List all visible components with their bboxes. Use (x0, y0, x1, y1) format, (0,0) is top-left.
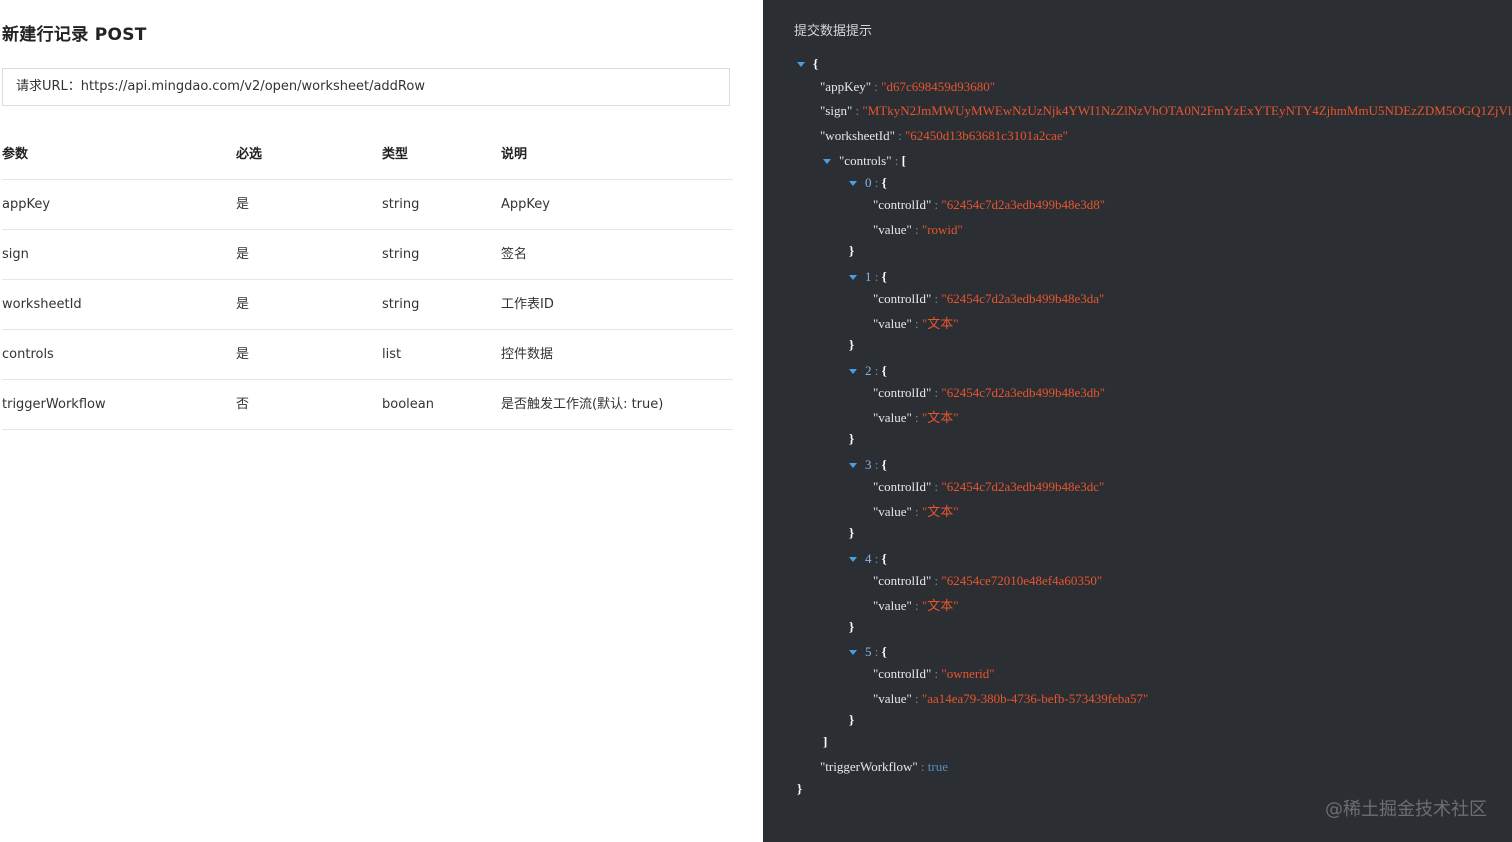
json-appkey-line: "appKey" : "d67c698459d93680" (820, 79, 996, 94)
json-array-item-open: 4 : { (849, 549, 887, 569)
param-type: boolean (382, 397, 434, 412)
json-sign-line: "sign" : "MTkyN2JmMWUyMWEwNzUzNjk4YWI1Nz… (820, 101, 1512, 121)
page-title: 新建行记录 POST (2, 25, 147, 45)
request-url-box: 请求URL：https://api.mingdao.com/v2/open/wo… (2, 68, 730, 106)
param-type: string (382, 247, 420, 262)
json-array-item-close: } (849, 243, 855, 258)
collapse-arrow-icon[interactable] (849, 462, 857, 468)
json-value-line: "value" : "文本" (873, 410, 959, 425)
json-panel-title: 提交数据提示 (794, 24, 873, 39)
param-type: string (382, 197, 420, 212)
param-name: appKey (2, 197, 51, 212)
json-value-line: "value" : "rowid" (873, 222, 963, 237)
param-description: 控件数据 (501, 347, 554, 362)
json-controlid-line: "controlId" : "62454c7d2a3edb499b48e3db" (873, 385, 1106, 400)
param-name: controls (2, 347, 54, 362)
json-controlid-line: "controlId" : "62454ce72010e48ef4a60350" (873, 573, 1103, 588)
param-description: 工作表ID (501, 297, 554, 312)
json-viewer-panel: 提交数据提示 { "appKey" : "d67c698459d93680" "… (763, 0, 1512, 842)
param-required: 是 (236, 347, 250, 362)
table-row: triggerWorkflow 否 boolean 是否触发工作流(默认: tr… (2, 380, 733, 430)
json-key: "sign" (820, 103, 853, 118)
json-triggerworkflow-line: "triggerWorkflow" : true (820, 759, 948, 774)
json-value-line: "value" : "文本" (873, 316, 959, 331)
collapse-arrow-icon[interactable] (797, 61, 805, 67)
json-string-value: "62450d13b63681c3101a2cae" (905, 128, 1068, 143)
json-worksheetid-line: "worksheetId" : "62450d13b63681c3101a2ca… (820, 128, 1068, 143)
json-key: "controls" (839, 153, 892, 168)
header-type: 类型 (382, 147, 409, 162)
table-row: appKey 是 string AppKey (2, 180, 733, 230)
param-required: 是 (236, 197, 250, 212)
table-row: sign 是 string 签名 (2, 230, 733, 280)
params-table-header: 参数 必选 类型 说明 (2, 130, 733, 180)
param-description: 签名 (501, 247, 528, 262)
json-root-open: { (797, 54, 818, 74)
json-array-item-open: 2 : { (849, 361, 887, 381)
json-controlid-line: "controlId" : "62454c7d2a3edb499b48e3da" (873, 291, 1105, 306)
param-required: 是 (236, 247, 250, 262)
table-row: worksheetId 是 string 工作表ID (2, 280, 733, 330)
url-label: 请求URL： (16, 79, 81, 94)
json-value-line: "value" : "文本" (873, 598, 959, 613)
json-value-line: "value" : "文本" (873, 504, 959, 519)
header-required: 必选 (236, 147, 263, 162)
json-array-item-open: 0 : { (849, 173, 887, 193)
json-array-item-open: 1 : { (849, 267, 887, 287)
param-description: AppKey (501, 197, 550, 212)
json-controlid-line: "controlId" : "62454c7d2a3edb499b48e3d8" (873, 197, 1106, 212)
collapse-arrow-icon[interactable] (823, 158, 831, 164)
json-string-value: "MTkyN2JmMWUyMWEwNzUzNjk4YWI1NzZlNzVhOTA… (862, 103, 1512, 118)
collapse-arrow-icon[interactable] (849, 556, 857, 562)
header-description: 说明 (501, 147, 528, 162)
request-url[interactable]: https://api.mingdao.com/v2/open/workshee… (81, 79, 425, 94)
api-doc-pane: 新建行记录 POST 请求URL：https://api.mingdao.com… (0, 0, 763, 842)
param-required: 否 (236, 397, 250, 412)
json-boolean-value: true (927, 759, 948, 774)
json-array-item-close: } (849, 619, 855, 634)
collapse-arrow-icon[interactable] (849, 180, 857, 186)
json-controlid-line: "controlId" : "ownerid" (873, 666, 995, 681)
param-type: string (382, 297, 420, 312)
json-controls-close: ] (823, 734, 828, 749)
param-description: 是否触发工作流(默认: true) (501, 397, 664, 412)
param-name: sign (2, 247, 29, 262)
collapse-arrow-icon[interactable] (849, 649, 857, 655)
json-array-item-open: 5 : { (849, 642, 887, 662)
watermark: @稀土掘金技术社区 (1325, 799, 1487, 820)
json-string-value: "d67c698459d93680" (881, 79, 996, 94)
json-value-line: "value" : "aa14ea79-380b-4736-befb-57343… (873, 691, 1149, 706)
json-array-item-close: } (849, 712, 855, 727)
json-controlid-line: "controlId" : "62454c7d2a3edb499b48e3dc" (873, 479, 1105, 494)
json-array-item-close: } (849, 337, 855, 352)
param-required: 是 (236, 297, 250, 312)
params-table: 参数 必选 类型 说明 appKey 是 string AppKey sign … (2, 130, 733, 430)
param-name: worksheetId (2, 297, 82, 312)
param-name: triggerWorkflow (2, 397, 106, 412)
json-controls-line: "controls" : [ (823, 151, 906, 171)
table-row: controls 是 list 控件数据 (2, 330, 733, 380)
collapse-arrow-icon[interactable] (849, 368, 857, 374)
collapse-arrow-icon[interactable] (849, 274, 857, 280)
header-param: 参数 (2, 147, 29, 162)
json-key: "worksheetId" (820, 128, 895, 143)
param-type: list (382, 347, 402, 362)
json-root-close: } (797, 781, 803, 796)
json-array-item-close: } (849, 525, 855, 540)
json-key: "triggerWorkflow" (820, 759, 918, 774)
json-key: "appKey" (820, 79, 872, 94)
json-array-item-open: 3 : { (849, 455, 887, 475)
json-array-item-close: } (849, 431, 855, 446)
